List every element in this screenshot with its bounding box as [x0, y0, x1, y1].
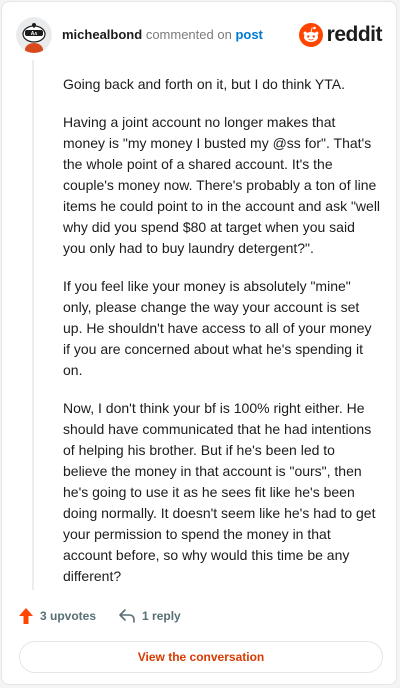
comment-body: Going back and forth on it, but I do thi…	[63, 74, 381, 604]
comment-card: Aʌ michealbond commented on post reddit	[1, 1, 397, 685]
post-link[interactable]: post	[235, 27, 262, 42]
comment-paragraph: Going back and forth on it, but I do thi…	[63, 76, 345, 92]
reply-button[interactable]: 1 reply	[118, 608, 181, 624]
action-text: commented on	[145, 27, 232, 42]
username-link[interactable]: michealbond	[62, 27, 142, 42]
view-conversation-button[interactable]: View the conversation	[19, 641, 383, 673]
upvote-button[interactable]: 3 upvotes	[18, 607, 96, 625]
comment-header: Aʌ michealbond commented on post reddit	[16, 16, 383, 54]
upvote-arrow-icon	[19, 608, 33, 624]
comment-paragraph: Now, I don't think your bf is 100% right…	[63, 400, 376, 584]
avatar[interactable]: Aʌ	[16, 17, 52, 53]
comment-actions: 3 upvotes 1 reply	[18, 607, 181, 625]
upvote-count: 3 upvotes	[40, 609, 97, 623]
reddit-snoo-icon	[298, 23, 323, 47]
comment-paragraph: Having a joint account no longer makes t…	[63, 114, 381, 256]
reddit-wordmark: reddit	[326, 23, 383, 46]
comment-paragraph: If you feel like your money is absolutel…	[63, 278, 372, 378]
comment-meta: michealbond commented on post	[62, 27, 263, 43]
thread-line	[32, 60, 34, 590]
reply-arrow-icon	[119, 609, 135, 623]
reply-count: 1 reply	[142, 609, 181, 623]
reddit-logo[interactable]: reddit	[298, 23, 383, 47]
svg-text:Aʌ: Aʌ	[31, 31, 38, 37]
